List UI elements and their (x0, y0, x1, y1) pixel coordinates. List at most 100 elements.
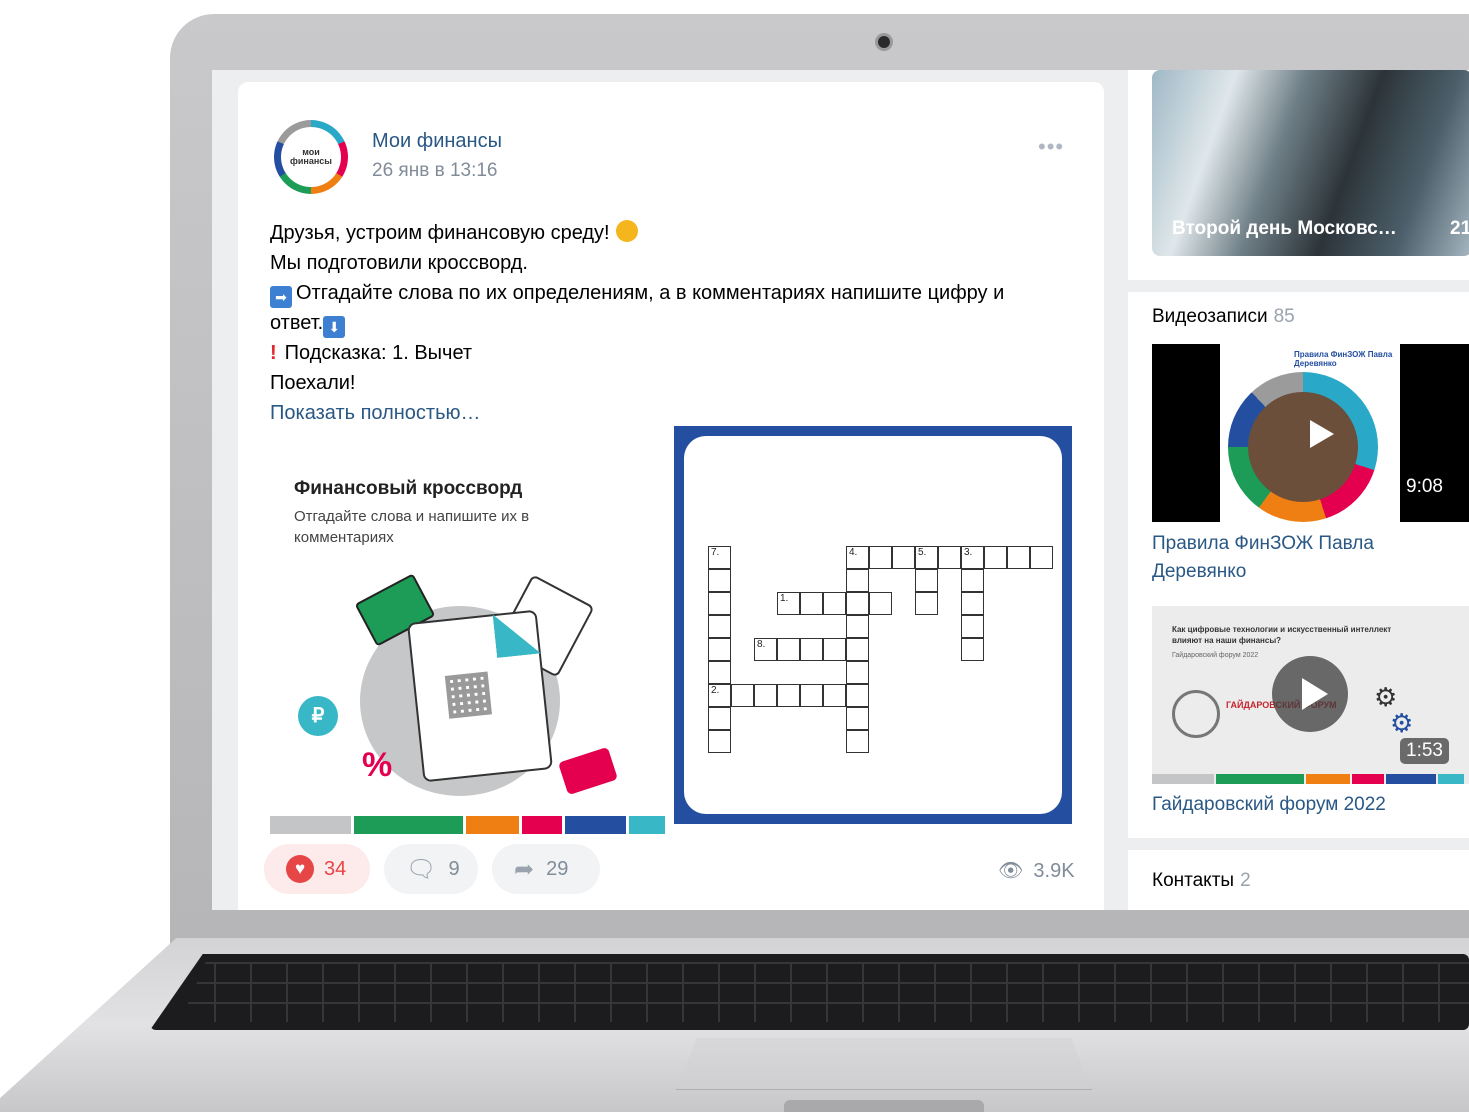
crossword-cell (800, 684, 823, 707)
crossword-clue-number: 4. (849, 547, 858, 558)
crossword-cell (731, 684, 754, 707)
crossword-cell (846, 707, 869, 730)
crossword-cell (915, 569, 938, 592)
views-count: 3.9K (1033, 860, 1075, 882)
post-text: Друзья, устроим финансовую среду! Мы под… (270, 218, 1090, 428)
post-image-crossword-grid[interactable]: 7. 2. 4. 5. 3. 1. 8. (674, 426, 1072, 824)
crossword-cell (846, 661, 869, 684)
stripe-segment (1386, 774, 1436, 784)
percent-icon: % (362, 746, 393, 784)
gear-icon: ⚙ (1390, 708, 1414, 738)
crossword-cell (961, 592, 984, 615)
image-title: Финансовый кроссворд (294, 478, 523, 499)
crossword-cell (892, 546, 915, 569)
crossword-cell: 8. (754, 638, 777, 661)
post-line: Друзья, устроим финансовую среду! (270, 218, 1090, 248)
crossword-cell (823, 638, 846, 661)
crossword-cell: 7. (708, 546, 731, 569)
post-line: Мы подготовили кроссворд. (270, 252, 528, 274)
laptop-mockup: мои финансы Мои финансы 26 янв в 13:16 •… (0, 0, 1469, 1112)
video2-sub: Гайдаровский форум 2022 (1172, 652, 1259, 659)
stripe-segment (1438, 774, 1464, 784)
stripe-segment (1306, 774, 1350, 784)
comment-count: 9 (448, 857, 460, 880)
share-arrow-icon: ➦ (514, 855, 535, 883)
post-author-link[interactable]: Мои финансы (372, 130, 502, 153)
post-image-crossword-cover[interactable]: Финансовый кроссворд Отгадайте слова и н… (270, 436, 668, 836)
crossword-cell (846, 684, 869, 707)
post-card: мои финансы Мои финансы 26 янв в 13:16 •… (238, 82, 1104, 910)
stripe-segment (1152, 774, 1214, 784)
video-thumbnail-2[interactable]: Как цифровые технологии и искусственный … (1152, 606, 1469, 784)
down-arrow-emoji-icon: ⬇ (323, 316, 346, 338)
mini-grid-icon: ▦ (439, 658, 497, 724)
video1-duration: 9:08 (1400, 474, 1449, 500)
more-options-icon[interactable]: ••• (1038, 134, 1064, 160)
crossword-sheet-icon: ▦ (406, 609, 554, 783)
crossword-cell: 2. (708, 684, 731, 707)
video2-duration: 1:53 (1400, 738, 1449, 764)
contacts-title: Контакты (1152, 870, 1235, 891)
crossword-grid: 7. 2. 4. 5. 3. 1. 8. (684, 436, 1062, 814)
globe-icon (1172, 690, 1220, 738)
crossword-cell (961, 638, 984, 661)
stripe-segment (522, 816, 563, 834)
share-count: 29 (546, 857, 569, 880)
crossword-cell (938, 546, 961, 569)
crossword-cell (846, 615, 869, 638)
color-stripe (270, 816, 668, 834)
sidebar-videos: Видеозаписи 85 Правила ФинЗОЖ Павла Дерев… (1128, 292, 1469, 838)
crossword-cell: 3. (961, 546, 984, 569)
videos-header[interactable]: Видеозаписи 85 (1152, 306, 1295, 328)
sidebar-contacts: Контакты 2 (1128, 850, 1469, 910)
trackpad (676, 1038, 1092, 1090)
eye-icon: 👁 (998, 860, 1024, 882)
crossword-cell (708, 615, 731, 638)
ruble-coin-icon: ₽ (298, 696, 338, 736)
comment-icon: 🗨 (406, 855, 437, 883)
crossword-cell (708, 730, 731, 753)
crossword-cell: 1. (777, 592, 800, 615)
post-line: Поехали! (270, 372, 356, 394)
crossword-cell (708, 569, 731, 592)
screen: мои финансы Мои финансы 26 янв в 13:16 •… (212, 70, 1469, 910)
video-title-1[interactable]: Правила ФинЗОЖ Павла Деревянко (1152, 530, 1452, 586)
crossword-cell (708, 661, 731, 684)
show-more-link[interactable]: Показать полностью… (270, 398, 1090, 428)
video-title-2[interactable]: Гайдаровский форум 2022 (1152, 794, 1452, 816)
share-button[interactable]: ➦ 29 (492, 844, 600, 894)
crossword-cell (846, 592, 869, 615)
webcam-icon (878, 36, 890, 48)
videos-count: 85 (1273, 306, 1295, 327)
video-thumbnail-1[interactable]: Правила ФинЗОЖ Павла Деревянко 9:08 (1152, 344, 1469, 522)
right-arrow-emoji-icon: ➡ (270, 286, 292, 308)
sheet-corner (493, 610, 541, 658)
contacts-header[interactable]: Контакты 2 (1152, 870, 1251, 892)
play-icon[interactable] (1300, 416, 1336, 452)
post-line: ответ. ⬇ (270, 308, 1090, 338)
avatar-logo: мои финансы (281, 127, 341, 187)
comment-button[interactable]: 🗨 9 (384, 844, 478, 894)
album-cover-photo[interactable]: Второй день Московс… 21 (1152, 70, 1469, 256)
play-icon[interactable] (1272, 656, 1348, 732)
bank-card-icon (558, 746, 618, 796)
image-subtitle: Отгадайте слова и напишите их в коммента… (294, 508, 530, 546)
crossword-cell (1007, 546, 1030, 569)
crossword-cell (823, 684, 846, 707)
author-avatar[interactable]: мои финансы (274, 120, 348, 194)
post-date[interactable]: 26 янв в 13:16 (372, 160, 498, 182)
avatar-text-2: финансы (290, 156, 332, 166)
stripe-segment (466, 816, 520, 834)
crossword-cell (961, 569, 984, 592)
like-button[interactable]: ♥ 34 (264, 844, 370, 894)
crossword-cell (708, 638, 731, 661)
crossword-cell (800, 592, 823, 615)
crossword-cell (708, 707, 731, 730)
stripe-segment (629, 816, 665, 834)
video2-header: Как цифровые технологии и искусственный … (1172, 625, 1392, 645)
views-counter: 👁 3.9K (998, 858, 1075, 883)
crossword-cell (869, 546, 892, 569)
crossword-clue-number: 8. (757, 639, 766, 650)
keyboard-keys (180, 962, 1469, 1022)
video1-header: Правила ФинЗОЖ Павла Деревянко (1294, 350, 1393, 368)
